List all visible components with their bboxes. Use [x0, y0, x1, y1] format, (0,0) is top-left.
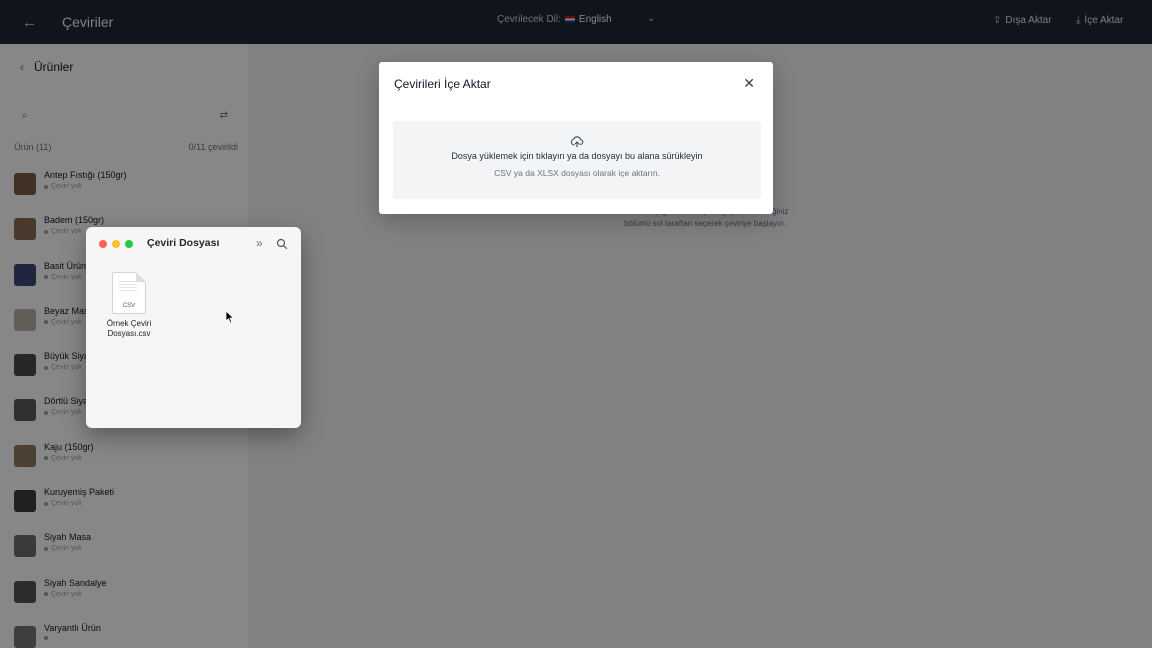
dropzone-primary-text: Dosya yüklemek için tıklayın ya da dosya… — [451, 151, 703, 161]
minimize-window-icon[interactable] — [112, 240, 120, 248]
file-extension-label: CSV — [122, 303, 136, 309]
close-icon[interactable]: ✕ — [743, 76, 755, 90]
modal-title: Çevirileri İçe Aktar — [394, 77, 491, 91]
upload-cloud-icon — [393, 135, 761, 149]
file-dropzone[interactable]: Dosya yüklemek için tıklayın ya da dosya… — [393, 121, 761, 199]
zoom-window-icon[interactable] — [125, 240, 133, 248]
document-icon: CSV — [112, 272, 146, 314]
chevron-double-right-icon[interactable]: » — [256, 236, 263, 250]
close-window-icon[interactable] — [99, 240, 107, 248]
dropzone-secondary-text: CSV ya da XLSX dosyası olarak içe aktarı… — [494, 168, 660, 178]
finder-window: Çeviri Dosyası » CSV Örnek Çeviri Dosyas… — [86, 227, 301, 428]
search-icon[interactable] — [276, 237, 288, 255]
csv-file-item[interactable]: CSV Örnek Çeviri Dosyası.csv — [101, 272, 157, 339]
mouse-pointer-icon — [225, 310, 235, 324]
finder-titlebar[interactable]: Çeviri Dosyası » — [86, 227, 301, 261]
file-name: Örnek Çeviri Dosyası.csv — [106, 319, 152, 338]
finder-title: Çeviri Dosyası — [147, 237, 220, 249]
import-modal: Çevirileri İçe Aktar ✕ Dosya yüklemek iç… — [379, 62, 773, 214]
